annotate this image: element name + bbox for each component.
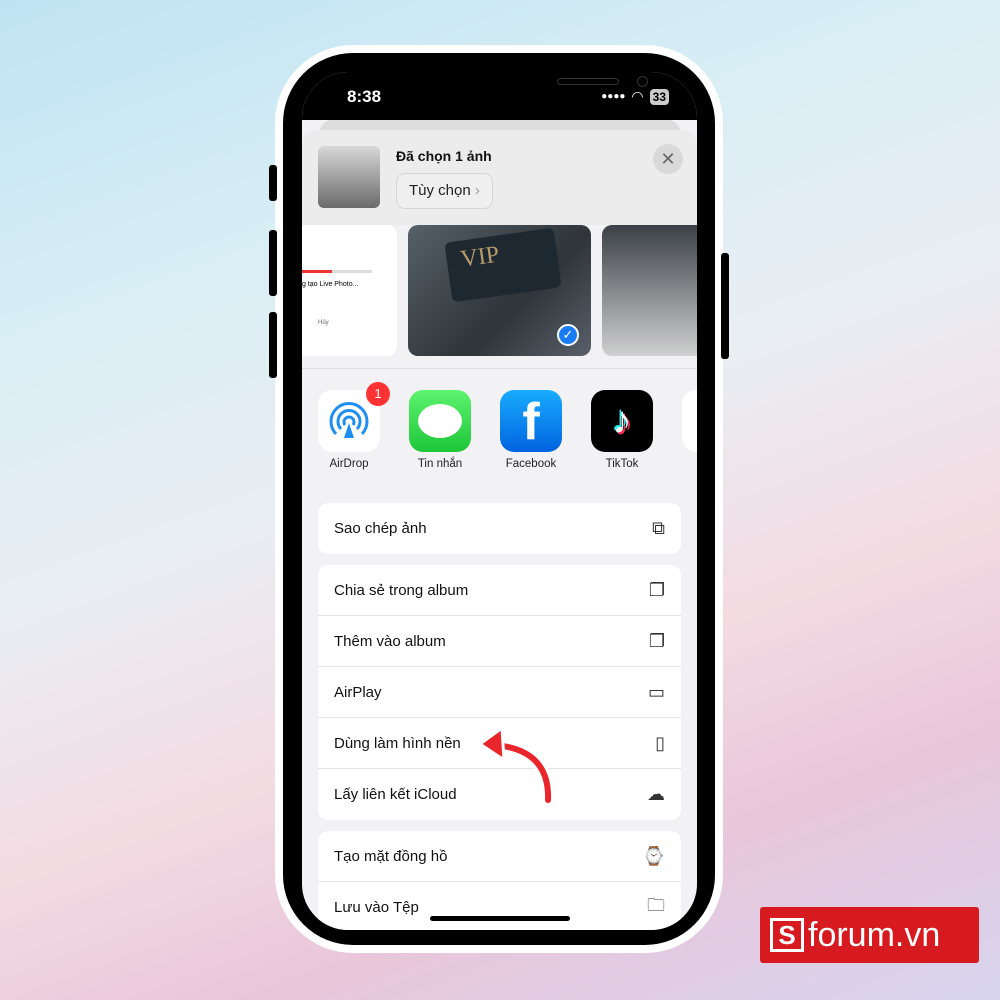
action-label: AirPlay bbox=[334, 683, 382, 701]
action-label: Chia sẻ trong album bbox=[334, 581, 469, 599]
folder-icon: 🗀 bbox=[647, 894, 665, 915]
app-label: Tin nhắn bbox=[417, 458, 463, 470]
options-label: Tùy chọn bbox=[409, 182, 471, 199]
action-label: Tạo mặt đồng hồ bbox=[334, 847, 448, 865]
status-bar: 8:38 ●●●● ◠ 33 bbox=[302, 72, 697, 120]
red-arrow-annotation bbox=[478, 726, 554, 806]
action-add-to-album[interactable]: Thêm vào album ❐ bbox=[318, 616, 681, 667]
share-header: Đã chọn 1 ảnh Tùy chọn › ✕ bbox=[302, 130, 697, 225]
action-label: Dùng làm hình nền bbox=[334, 734, 461, 752]
logo-mark: S bbox=[770, 918, 804, 952]
tiktok-icon: ♪ bbox=[591, 390, 653, 452]
shared-album-icon: ❐ bbox=[648, 579, 665, 600]
options-button[interactable]: Tùy chọn › bbox=[396, 173, 493, 209]
action-save-to-files[interactable]: Lưu vào Tệp 🗀 bbox=[318, 882, 681, 930]
chevron-right-icon: › bbox=[474, 182, 480, 199]
photo-previous[interactable]: g tạo Live Photo... Hủy bbox=[302, 225, 397, 356]
app-row: 1 AirDrop Tin nhắn f Facebook ♪ TikTok bbox=[318, 382, 697, 470]
app-tiktok[interactable]: ♪ TikTok bbox=[591, 390, 653, 470]
notification-badge: 1 bbox=[366, 382, 390, 406]
phone-icon: ▯ bbox=[655, 732, 665, 753]
photo-strip[interactable]: g tạo Live Photo... Hủy VIP ✓ bbox=[302, 225, 697, 360]
action-airplay[interactable]: AirPlay ▭ bbox=[318, 667, 681, 718]
close-icon: ✕ bbox=[660, 149, 676, 169]
action-copy-photo[interactable]: Sao chép ảnh ⧉ bbox=[318, 503, 681, 554]
sforum-logo: S forum.vn bbox=[760, 907, 979, 963]
wifi-icon: ◠ bbox=[631, 88, 644, 104]
app-label: AirDrop bbox=[329, 458, 369, 470]
selected-thumbnail bbox=[318, 146, 380, 208]
live-photo-caption: g tạo Live Photo... bbox=[302, 281, 359, 288]
volume-up-button bbox=[269, 230, 277, 296]
action-shared-album[interactable]: Chia sẻ trong album ❐ bbox=[318, 565, 681, 616]
facebook-icon: f bbox=[500, 390, 562, 452]
selection-title: Đã chọn 1 ảnh bbox=[396, 148, 492, 164]
action-watch-face[interactable]: Tạo mặt đồng hồ ⌚ bbox=[318, 831, 681, 882]
cancel-label: Hủy bbox=[318, 320, 329, 326]
airplay-icon: ▭ bbox=[647, 681, 665, 702]
messages-icon bbox=[409, 390, 471, 452]
action-group-1: Sao chép ảnh ⧉ bbox=[318, 503, 681, 554]
copy-icon: ⧉ bbox=[652, 518, 665, 538]
vip-card: VIP bbox=[444, 227, 562, 303]
app-icon bbox=[682, 390, 697, 452]
app-more[interactable] bbox=[682, 390, 697, 470]
app-label: Facebook bbox=[505, 458, 557, 470]
status-time: 8:38 bbox=[347, 87, 382, 106]
action-label: Lưu vào Tệp bbox=[334, 899, 419, 916]
photo-next[interactable] bbox=[602, 225, 697, 356]
volume-down-button bbox=[269, 312, 277, 378]
app-messages[interactable]: Tin nhắn bbox=[409, 390, 471, 470]
close-button[interactable]: ✕ bbox=[653, 144, 683, 174]
watch-icon: ⌚ bbox=[642, 845, 665, 866]
checkmark-icon: ✓ bbox=[557, 324, 579, 346]
photo-selected[interactable]: VIP ✓ bbox=[408, 225, 591, 356]
action-label: Sao chép ảnh bbox=[334, 520, 427, 537]
app-airdrop[interactable]: 1 AirDrop bbox=[318, 382, 390, 470]
home-indicator[interactable] bbox=[430, 916, 570, 921]
icloud-link-icon: ☁ bbox=[647, 784, 665, 804]
app-facebook[interactable]: f Facebook bbox=[500, 390, 562, 470]
power-button bbox=[721, 253, 729, 359]
signal-icon: ●●●● bbox=[601, 91, 626, 102]
app-label: TikTok bbox=[605, 458, 639, 470]
action-label: Lấy liên kết iCloud bbox=[334, 786, 457, 803]
battery-icon: 33 bbox=[649, 88, 669, 105]
action-button bbox=[269, 165, 277, 201]
notch bbox=[392, 72, 648, 102]
add-album-icon: ❐ bbox=[648, 630, 665, 651]
logo-text: forum.vn bbox=[808, 915, 941, 954]
action-label: Thêm vào album bbox=[334, 632, 446, 650]
divider bbox=[302, 368, 697, 369]
